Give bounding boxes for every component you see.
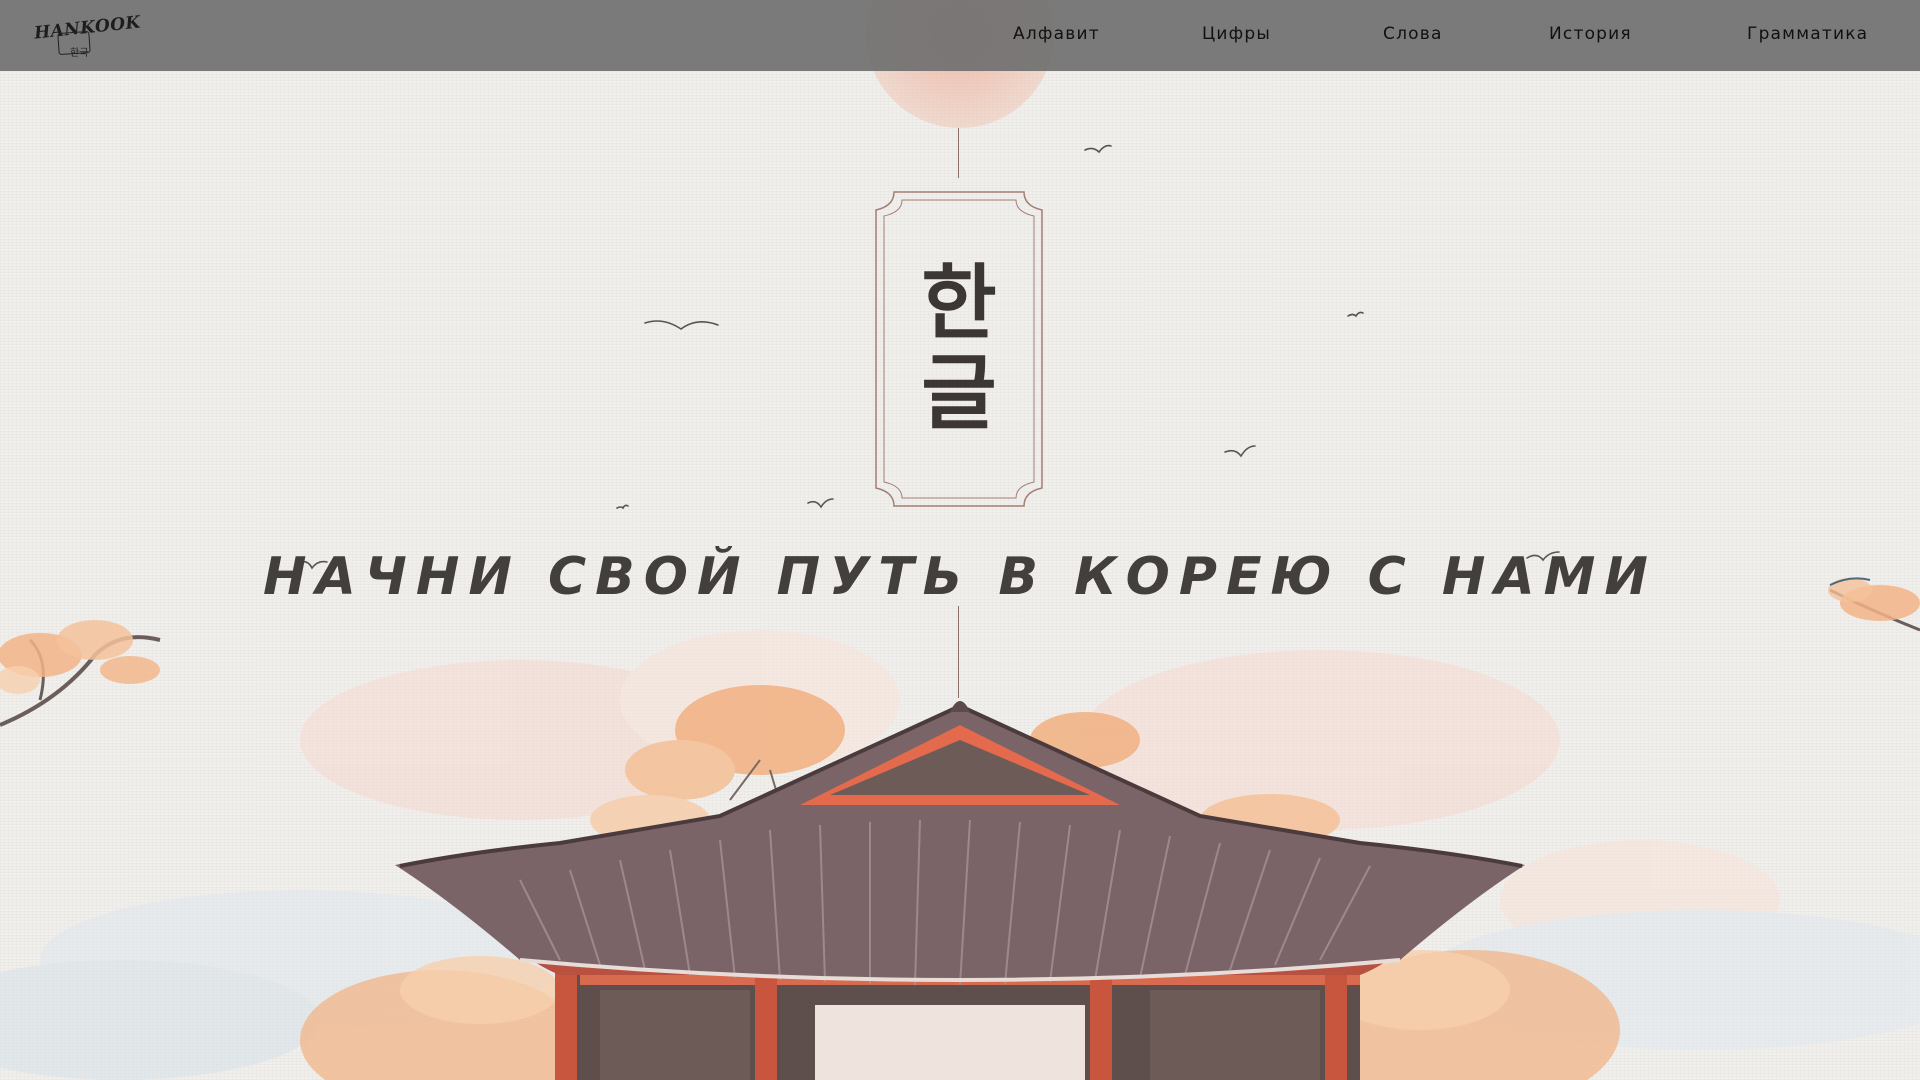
palace-scene-illustration: [0, 144, 1920, 1080]
logo-icon[interactable]: HANKOOK 한국: [33, 12, 142, 60]
top-navigation-bar: HANKOOK 한국 Алфавит Цифры Слова История Г…: [0, 0, 1920, 71]
plaque-char-han: 한: [921, 255, 997, 351]
nav-item-grammar[interactable]: Грамматика: [1747, 24, 1868, 44]
hangul-plaque: 한 글: [874, 190, 1044, 508]
cherry-blossom-branch-icon: [0, 620, 161, 727]
logo-subtext: 한국: [70, 48, 89, 59]
hero-slogan: НАЧНИ СВОЙ ПУТЬ В КОРЕЮ С НАМИ: [263, 547, 1657, 607]
nav-item-words[interactable]: Слова: [1383, 24, 1443, 44]
plaque-char-geul: 글: [921, 346, 997, 441]
nav-item-numbers[interactable]: Цифры: [1202, 24, 1271, 44]
hanging-thread: [958, 128, 959, 178]
nav-item-alphabet[interactable]: Алфавит: [1013, 24, 1100, 44]
nav-item-history[interactable]: История: [1549, 24, 1632, 44]
hanging-thread-lower: [958, 606, 959, 698]
